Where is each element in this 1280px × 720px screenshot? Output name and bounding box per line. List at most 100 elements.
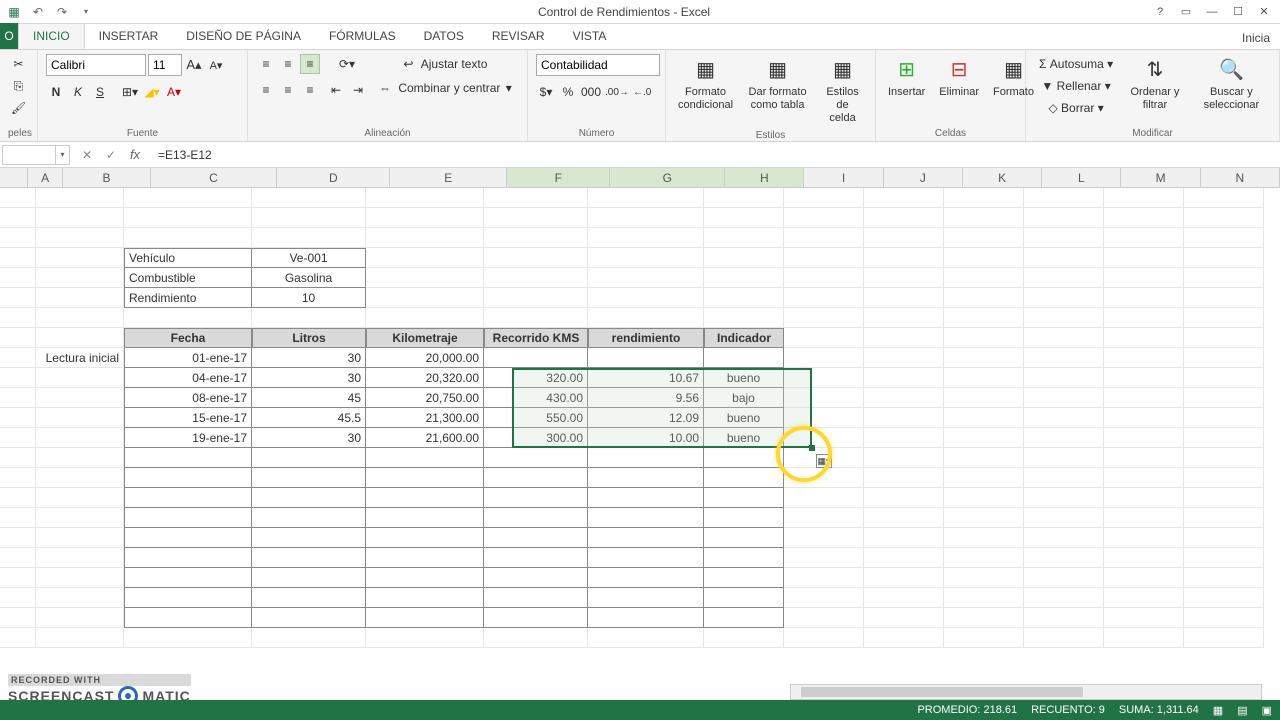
view-layout-icon[interactable]: ▤ <box>1237 704 1247 717</box>
cell[interactable] <box>0 568 36 588</box>
cell[interactable] <box>0 508 36 528</box>
cell[interactable] <box>0 628 36 648</box>
cell[interactable] <box>864 448 944 468</box>
cell[interactable] <box>1104 568 1184 588</box>
cell[interactable] <box>1024 488 1104 508</box>
cell[interactable] <box>366 308 484 328</box>
cell[interactable] <box>588 228 704 248</box>
cell[interactable] <box>484 508 588 528</box>
cell[interactable]: 10 <box>252 288 366 308</box>
cell[interactable] <box>944 488 1024 508</box>
cell[interactable] <box>124 508 252 528</box>
number-format-select[interactable] <box>536 54 660 76</box>
cell[interactable] <box>484 248 588 268</box>
cell[interactable] <box>588 268 704 288</box>
tab-vista[interactable]: VISTA <box>559 23 621 49</box>
cell[interactable] <box>704 248 784 268</box>
cell[interactable] <box>1104 368 1184 388</box>
cell[interactable] <box>588 468 704 488</box>
cell[interactable] <box>704 468 784 488</box>
cell[interactable] <box>784 428 864 448</box>
cell[interactable] <box>252 468 366 488</box>
fill-color-icon[interactable]: ◢▾ <box>142 82 162 102</box>
cell[interactable] <box>704 268 784 288</box>
cell[interactable] <box>1184 228 1264 248</box>
cell[interactable] <box>36 468 124 488</box>
cell[interactable]: 30 <box>252 368 366 388</box>
col-header[interactable]: F <box>507 168 610 187</box>
cell[interactable] <box>0 448 36 468</box>
cell[interactable] <box>252 508 366 528</box>
cell[interactable] <box>944 268 1024 288</box>
cell[interactable] <box>1184 608 1264 628</box>
cell[interactable] <box>1104 388 1184 408</box>
cell[interactable] <box>124 568 252 588</box>
cell[interactable] <box>1104 208 1184 228</box>
cell[interactable] <box>864 468 944 488</box>
select-all-corner[interactable] <box>0 168 28 187</box>
cell[interactable]: Vehículo <box>124 248 252 268</box>
cell[interactable] <box>944 408 1024 428</box>
increase-indent-icon[interactable]: ⇥ <box>348 80 368 100</box>
cell[interactable] <box>0 248 36 268</box>
col-header[interactable]: E <box>390 168 507 187</box>
cell[interactable] <box>944 608 1024 628</box>
autofill-options-icon[interactable]: ▦▾ <box>816 454 832 468</box>
cell[interactable]: 01-ene-17 <box>124 348 252 368</box>
cell[interactable] <box>588 568 704 588</box>
cell[interactable] <box>784 488 864 508</box>
cell[interactable] <box>704 528 784 548</box>
cell[interactable] <box>1104 348 1184 368</box>
cell[interactable] <box>252 608 366 628</box>
increase-font-icon[interactable]: A▴ <box>184 55 204 75</box>
align-right-icon[interactable]: ≡ <box>300 80 320 100</box>
cell[interactable] <box>484 208 588 228</box>
cell[interactable] <box>864 628 944 648</box>
cell[interactable] <box>784 288 864 308</box>
cell[interactable] <box>124 548 252 568</box>
cell[interactable] <box>784 508 864 528</box>
align-left-icon[interactable]: ≡ <box>256 80 276 100</box>
cell[interactable]: 320.00 <box>484 368 588 388</box>
cell[interactable] <box>36 428 124 448</box>
cell[interactable] <box>252 528 366 548</box>
cell[interactable]: 04-ene-17 <box>124 368 252 388</box>
cell[interactable] <box>864 428 944 448</box>
cell[interactable] <box>36 308 124 328</box>
cell[interactable] <box>944 368 1024 388</box>
cell[interactable] <box>944 428 1024 448</box>
cell[interactable] <box>366 528 484 548</box>
redo-icon[interactable]: ↷ <box>54 4 70 20</box>
cell[interactable] <box>1184 548 1264 568</box>
excel-icon[interactable]: ▦ <box>6 4 22 20</box>
cell[interactable]: Recorrido KMS <box>484 328 588 348</box>
cell[interactable]: 08-ene-17 <box>124 388 252 408</box>
cell[interactable] <box>1024 208 1104 228</box>
align-top-icon[interactable]: ≡ <box>256 54 276 74</box>
cell[interactable] <box>864 388 944 408</box>
col-header[interactable]: H <box>725 168 804 187</box>
cell[interactable] <box>366 188 484 208</box>
cell[interactable] <box>1184 428 1264 448</box>
decrease-decimal-icon[interactable]: ←.0 <box>632 82 652 102</box>
cell[interactable] <box>1104 228 1184 248</box>
cell[interactable] <box>252 628 366 648</box>
cell[interactable] <box>784 368 864 388</box>
cell[interactable]: 9.56 <box>588 388 704 408</box>
cell[interactable] <box>252 568 366 588</box>
cell[interactable] <box>36 628 124 648</box>
cell[interactable]: 12.09 <box>588 408 704 428</box>
cell[interactable] <box>704 448 784 468</box>
cell[interactable] <box>588 308 704 328</box>
cell[interactable] <box>1024 608 1104 628</box>
col-header[interactable]: A <box>28 168 64 187</box>
font-size-select[interactable] <box>148 54 182 76</box>
comma-icon[interactable]: 000 <box>580 82 602 102</box>
insert-cells-button[interactable]: ⊞Insertar <box>884 54 929 101</box>
cell[interactable] <box>36 588 124 608</box>
cell[interactable]: 30 <box>252 428 366 448</box>
cell[interactable] <box>588 628 704 648</box>
cell[interactable] <box>124 188 252 208</box>
cell[interactable] <box>1104 588 1184 608</box>
cell[interactable] <box>944 528 1024 548</box>
